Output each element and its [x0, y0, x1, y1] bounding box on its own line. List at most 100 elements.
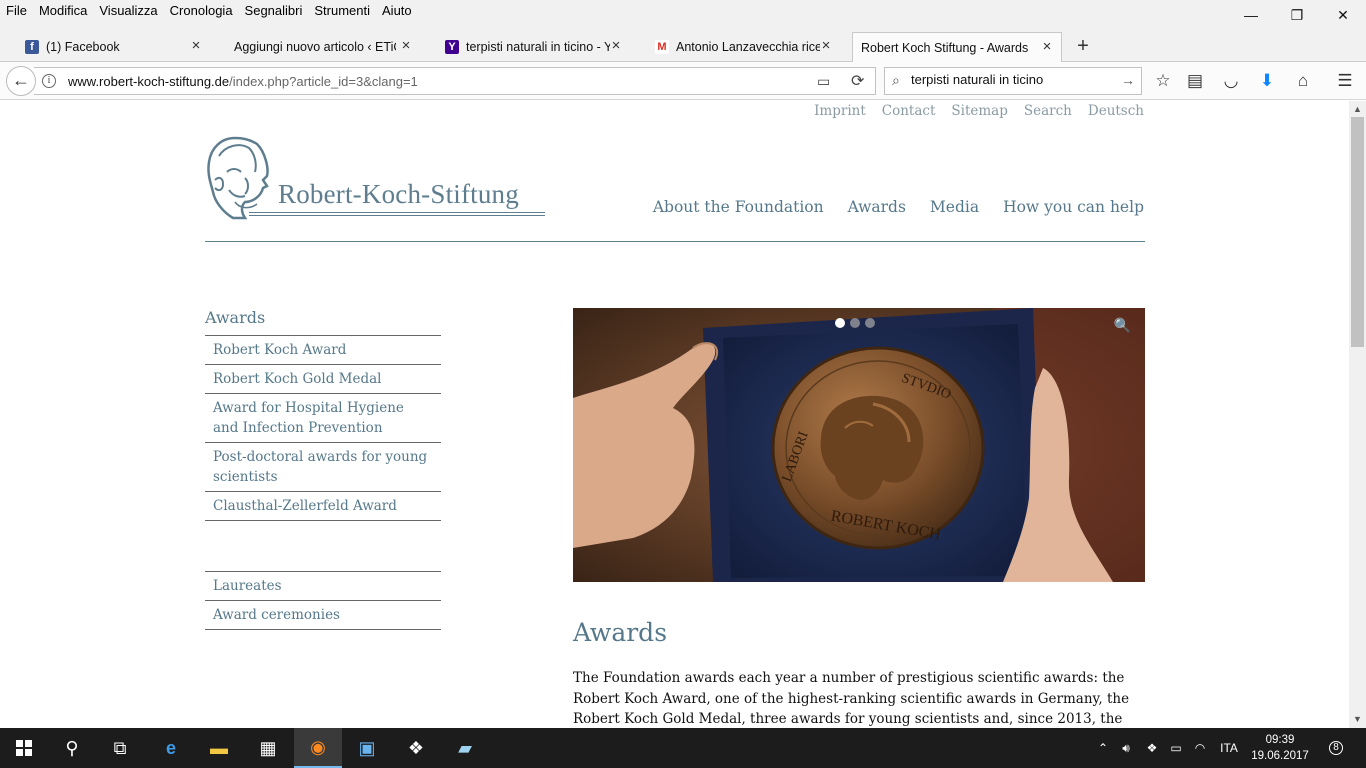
close-tab-icon[interactable]: × [1039, 39, 1055, 55]
close-tab-icon[interactable]: × [188, 38, 204, 54]
close-tab-icon[interactable]: × [818, 38, 834, 54]
home-icon[interactable]: ⌂ [1291, 70, 1315, 94]
scroll-down-icon[interactable]: ▼ [1349, 711, 1366, 728]
sidebar-item-postdoctoral[interactable]: Post-doctoral awards for young scientist… [205, 443, 441, 492]
tab-title: Aggiungi nuovo articolo ‹ ETiCir [234, 40, 396, 54]
minimize-button[interactable]: — [1228, 0, 1274, 30]
menu-hamburger-icon[interactable]: ☰ [1333, 70, 1357, 94]
menu-segnalibri[interactable]: Segnalibri [245, 3, 303, 18]
gmail-icon: M [655, 40, 669, 54]
slide-dot-3[interactable] [865, 318, 875, 328]
tab-wordpress[interactable]: Aggiungi nuovo articolo ‹ ETiCir × [210, 32, 420, 62]
file-explorer-icon[interactable]: ▬ [195, 728, 243, 768]
sidebar-item-laureates[interactable]: Laureates [205, 572, 441, 601]
sidebar-item-robert-koch-award[interactable]: Robert Koch Award [205, 336, 441, 365]
medal-photo: ROBERT KOCH STVDIO LABORI [573, 308, 1145, 582]
site-logo[interactable]: Robert-Koch-Stiftung [205, 132, 550, 222]
tab-robert-koch[interactable]: Robert Koch Stiftung - Awards × [852, 32, 1062, 62]
dropbox-icon[interactable]: ❖ [392, 728, 440, 768]
slide-dot-1[interactable] [835, 318, 845, 328]
tab-title: Antonio Lanzavecchia riceve [676, 40, 820, 54]
clock-date: 19.06.2017 [1251, 750, 1309, 762]
scroll-up-icon[interactable]: ▲ [1349, 101, 1366, 118]
battery-icon[interactable]: ▭ [1166, 728, 1186, 768]
url-text[interactable]: www.robert-koch-stiftung.de/index.php?ar… [68, 74, 418, 89]
logo-underline [249, 212, 545, 213]
menu-file[interactable]: File [6, 3, 27, 18]
store-icon[interactable]: ▦ [244, 728, 292, 768]
notes-app-icon[interactable]: ▰ [441, 728, 489, 768]
nav-awards[interactable]: Awards [848, 198, 906, 216]
menu-visualizza[interactable]: Visualizza [99, 3, 157, 18]
tab-yahoo[interactable]: Y terpisti naturali in ticino - Ya × [420, 32, 630, 62]
volume-icon[interactable]: 🔊︎ [1116, 728, 1136, 768]
brand-name: Robert-Koch-Stiftung [278, 179, 519, 209]
sidebar-item-gold-medal[interactable]: Robert Koch Gold Medal [205, 365, 441, 394]
slide-dot-2[interactable] [850, 318, 860, 328]
close-window-button[interactable]: ✕ [1320, 0, 1366, 30]
wifi-icon[interactable]: ◠ [1190, 728, 1210, 768]
meta-link-search[interactable]: Search [1024, 103, 1072, 119]
meta-link-deutsch[interactable]: Deutsch [1088, 103, 1144, 119]
site-info-icon[interactable]: i [42, 74, 56, 88]
close-tab-icon[interactable]: × [398, 38, 414, 54]
new-tab-button[interactable]: + [1072, 33, 1094, 59]
search-icon: ⌕ [892, 72, 900, 88]
input-language[interactable]: ITA [1214, 728, 1244, 768]
nav-how-you-can-help[interactable]: How you can help [1003, 198, 1144, 216]
system-clock[interactable]: 09:39 19.06.2017 [1250, 732, 1310, 764]
menu-cronologia[interactable]: Cronologia [170, 3, 233, 18]
reader-view-icon[interactable]: ▭ [817, 73, 830, 90]
zoom-icon[interactable]: 🔍 [1114, 318, 1131, 334]
menu-aiuto[interactable]: Aiuto [382, 3, 412, 18]
back-button[interactable]: ← [6, 66, 36, 96]
url-bar[interactable]: i www.robert-koch-stiftung.de/index.php?… [34, 67, 876, 95]
tab-title: Robert Koch Stiftung - Awards [861, 41, 1029, 55]
sidebar-item-clausthal-zellerfeld[interactable]: Clausthal-Zellerfeld Award [205, 492, 441, 521]
close-tab-icon[interactable]: × [608, 38, 624, 54]
page-title: Awards [573, 618, 668, 647]
meta-link-contact[interactable]: Contact [882, 103, 936, 119]
nav-about-foundation[interactable]: About the Foundation [653, 198, 824, 216]
page-scrollbar[interactable]: ▲ ▼ [1349, 101, 1366, 728]
search-go-icon[interactable]: → [1121, 72, 1135, 88]
main-navigation: About the Foundation Awards Media How yo… [653, 198, 1144, 216]
action-center-icon[interactable]: 8 [1322, 728, 1350, 768]
task-view-icon[interactable]: ⧉ [96, 728, 144, 768]
bookmark-star-icon[interactable]: ☆ [1151, 70, 1175, 94]
meta-link-imprint[interactable]: Imprint [814, 103, 866, 119]
restore-button[interactable]: ❐ [1274, 0, 1320, 30]
tab-gmail[interactable]: M Antonio Lanzavecchia riceve × [630, 32, 840, 62]
meta-link-sitemap[interactable]: Sitemap [951, 103, 1007, 119]
sidebar-item-hospital-hygiene[interactable]: Award for Hospital Hygiene and Infection… [205, 394, 441, 443]
nav-media[interactable]: Media [930, 198, 979, 216]
url-path: /index.php?article_id=3&clang=1 [229, 74, 418, 89]
windows-logo-icon [16, 740, 32, 756]
menu-strumenti[interactable]: Strumenti [314, 3, 370, 18]
search-input[interactable] [911, 72, 1111, 87]
downloads-icon[interactable]: ⬇ [1255, 70, 1279, 94]
menu-modifica[interactable]: Modifica [39, 3, 87, 18]
scrollbar-thumb[interactable] [1351, 117, 1364, 347]
reload-icon[interactable]: ⟳ [851, 71, 864, 91]
url-host: www.robert-koch-stiftung.de [68, 74, 230, 89]
hero-slideshow[interactable]: ROBERT KOCH STVDIO LABORI 🔍 [573, 308, 1145, 582]
show-hidden-icons-icon[interactable]: ⌃ [1094, 728, 1112, 768]
sidebar-navigation: Awards Robert Koch Award Robert Koch Gol… [205, 308, 441, 521]
search-box[interactable]: ⌕ → [884, 67, 1142, 95]
windows-start-icon[interactable] [0, 728, 48, 768]
tab-facebook[interactable]: f (1) Facebook × [0, 32, 210, 62]
sidebar-title[interactable]: Awards [205, 308, 441, 336]
windows-taskbar: ⚲ ⧉ e ▬ ▦ ◉ ▣ ❖ ▰ ⌃ 🔊︎ ❖ ▭ ◠ ITA 09:39 1… [0, 728, 1366, 768]
koch-portrait-logo-icon [207, 136, 269, 220]
edge-icon[interactable]: e [147, 728, 195, 768]
sidebar-item-award-ceremonies[interactable]: Award ceremonies [205, 601, 441, 630]
tab-bar: f (1) Facebook × Aggiungi nuovo articolo… [0, 30, 1366, 62]
web-page: Imprint Contact Sitemap Search Deutsch R… [0, 101, 1349, 728]
dropbox-tray-icon[interactable]: ❖ [1142, 728, 1162, 768]
firefox-icon[interactable]: ◉ [294, 728, 342, 768]
bookmarks-library-icon[interactable]: ▤ [1183, 70, 1207, 94]
search-taskbar-icon[interactable]: ⚲ [48, 728, 96, 768]
pocket-icon[interactable]: ◡ [1219, 70, 1243, 94]
app-window-icon[interactable]: ▣ [343, 728, 391, 768]
